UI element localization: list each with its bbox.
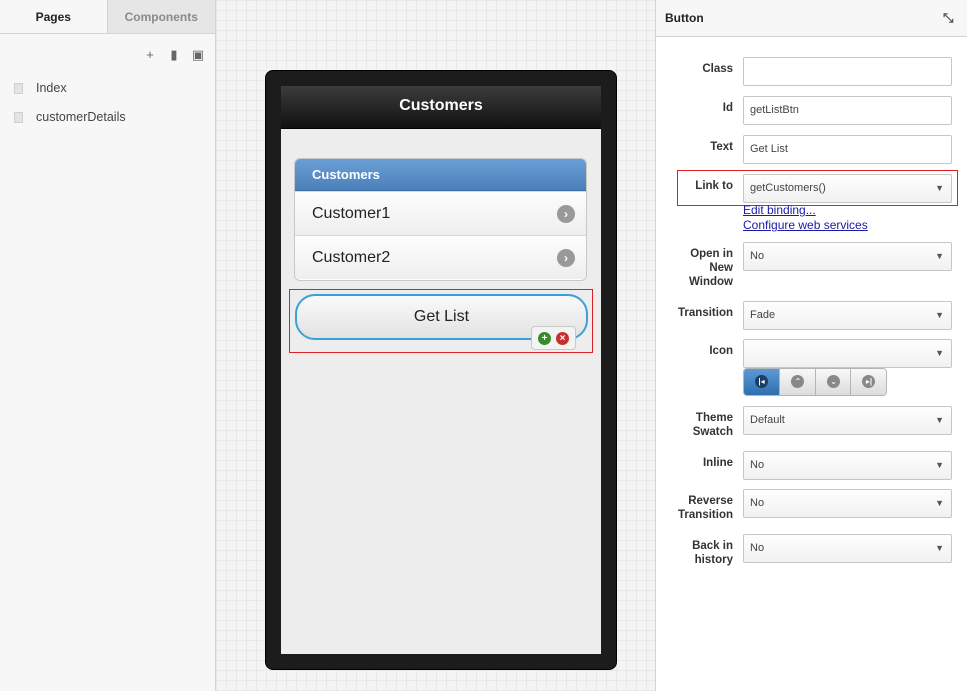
select-value: No [750, 497, 765, 509]
list-item[interactable]: Customer1 › [295, 191, 586, 235]
label-line: Swatch [692, 426, 733, 438]
copy-icon[interactable]: ▮ [167, 48, 181, 62]
transition-select[interactable]: Fade ▼ [743, 301, 952, 330]
label-line: Window [689, 276, 733, 288]
caret-down-icon: ▼ [935, 543, 944, 553]
theme-swatch-select[interactable]: Default ▼ [743, 406, 952, 435]
class-input[interactable] [743, 57, 952, 86]
caret-down-icon: ▼ [935, 498, 944, 508]
icon-position-bottom[interactable]: ⌄ [814, 369, 851, 395]
configure-web-services-link[interactable]: Configure web services [743, 218, 868, 232]
document-icon [14, 112, 23, 123]
page-item-customer-details[interactable]: customerDetails [0, 103, 215, 132]
pages-toolbar: + ▮ ▣ [0, 34, 215, 74]
caret-down-icon: ▼ [935, 460, 944, 470]
list-header: Customers [295, 159, 586, 191]
open-new-window-select[interactable]: No ▼ [743, 242, 952, 271]
label-line: Open in [690, 248, 733, 260]
arrow-up-icon: ⌃ [791, 375, 805, 388]
caret-down-icon: ▼ [935, 183, 944, 193]
caret-down-icon: ▼ [935, 310, 944, 320]
transition-label: Transition [678, 307, 733, 319]
plus-icon[interactable]: + [143, 48, 157, 62]
reverse-transition-label: Reverse Transition [655, 494, 733, 522]
arrow-down-icon: ⌄ [826, 375, 840, 388]
icon-position-group: |◂ ⌃ ⌄ ▸| [743, 368, 887, 396]
expand-icon[interactable]: ⤡ [943, 11, 957, 25]
caret-down-icon: ▼ [935, 348, 944, 358]
page-item-index[interactable]: Index [0, 74, 215, 103]
component-controls: + × [531, 326, 576, 350]
page-label: customerDetails [36, 110, 126, 124]
label-line: Theme [695, 412, 733, 424]
link-to-select[interactable]: getCustomers() ▼ [743, 174, 952, 203]
inline-select[interactable]: No ▼ [743, 451, 952, 480]
label-line: Reverse [688, 495, 733, 507]
properties-title: Button ⤡ [656, 0, 967, 37]
document-icon [14, 83, 23, 94]
list-item[interactable]: Customer2 › [295, 235, 586, 279]
properties-title-label: Button [665, 11, 704, 25]
back-in-history-label: Back in history [655, 539, 733, 567]
text-label: Text [710, 141, 733, 153]
page-label: Index [36, 81, 67, 95]
icon-position-top[interactable]: ⌃ [779, 369, 815, 395]
id-label: Id [722, 102, 733, 114]
select-value: No [750, 459, 765, 471]
panel-tabs: Pages Components [0, 0, 215, 34]
arrow-left-icon: |◂ [755, 375, 768, 388]
text-input[interactable]: Get List [743, 135, 952, 164]
id-input[interactable]: getListBtn [743, 96, 952, 125]
label-line: Back in [692, 540, 733, 552]
list-item-label: Customer1 [312, 205, 391, 222]
class-label: Class [702, 63, 733, 75]
label-line: Transition [678, 509, 733, 521]
remove-icon[interactable]: × [556, 332, 569, 345]
chevron-right-icon: › [557, 249, 575, 267]
edit-binding-link[interactable]: Edit binding... [743, 203, 816, 217]
icon-position-right[interactable]: ▸| [850, 369, 886, 395]
select-value: Default [750, 414, 785, 426]
theme-swatch-label: Theme Swatch [655, 411, 733, 439]
back-in-history-select[interactable]: No ▼ [743, 534, 952, 563]
select-value: No [750, 250, 765, 262]
reverse-transition-select[interactable]: No ▼ [743, 489, 952, 518]
select-value: No [750, 542, 765, 554]
phone-header-title[interactable]: Customers [281, 86, 601, 129]
open-new-window-label: Open in New Window [655, 247, 733, 289]
trash-icon[interactable]: ▣ [191, 48, 205, 62]
link-to-label: Link to [695, 180, 733, 192]
tab-components[interactable]: Components [106, 0, 215, 33]
pages-panel: Pages Components + ▮ ▣ Index customerDet… [0, 0, 216, 691]
link-to-value: getCustomers() [750, 182, 826, 194]
list-item-label: Customer2 [312, 249, 391, 266]
chevron-right-icon: › [557, 205, 575, 223]
inline-label: Inline [702, 457, 733, 469]
icon-position-left[interactable]: |◂ [744, 369, 780, 395]
arrow-right-icon: ▸| [862, 375, 876, 388]
caret-down-icon: ▼ [935, 415, 944, 425]
label-line: New [709, 262, 733, 274]
label-line: history [694, 554, 733, 566]
add-icon[interactable]: + [538, 332, 551, 345]
caret-down-icon: ▼ [935, 251, 944, 261]
customer-list[interactable]: Customers Customer1 › Customer2 › [294, 158, 587, 281]
tab-pages[interactable]: Pages [0, 0, 107, 33]
icon-select[interactable]: ▼ [743, 339, 952, 368]
icon-label: Icon [709, 345, 733, 357]
select-value: Fade [750, 309, 776, 321]
